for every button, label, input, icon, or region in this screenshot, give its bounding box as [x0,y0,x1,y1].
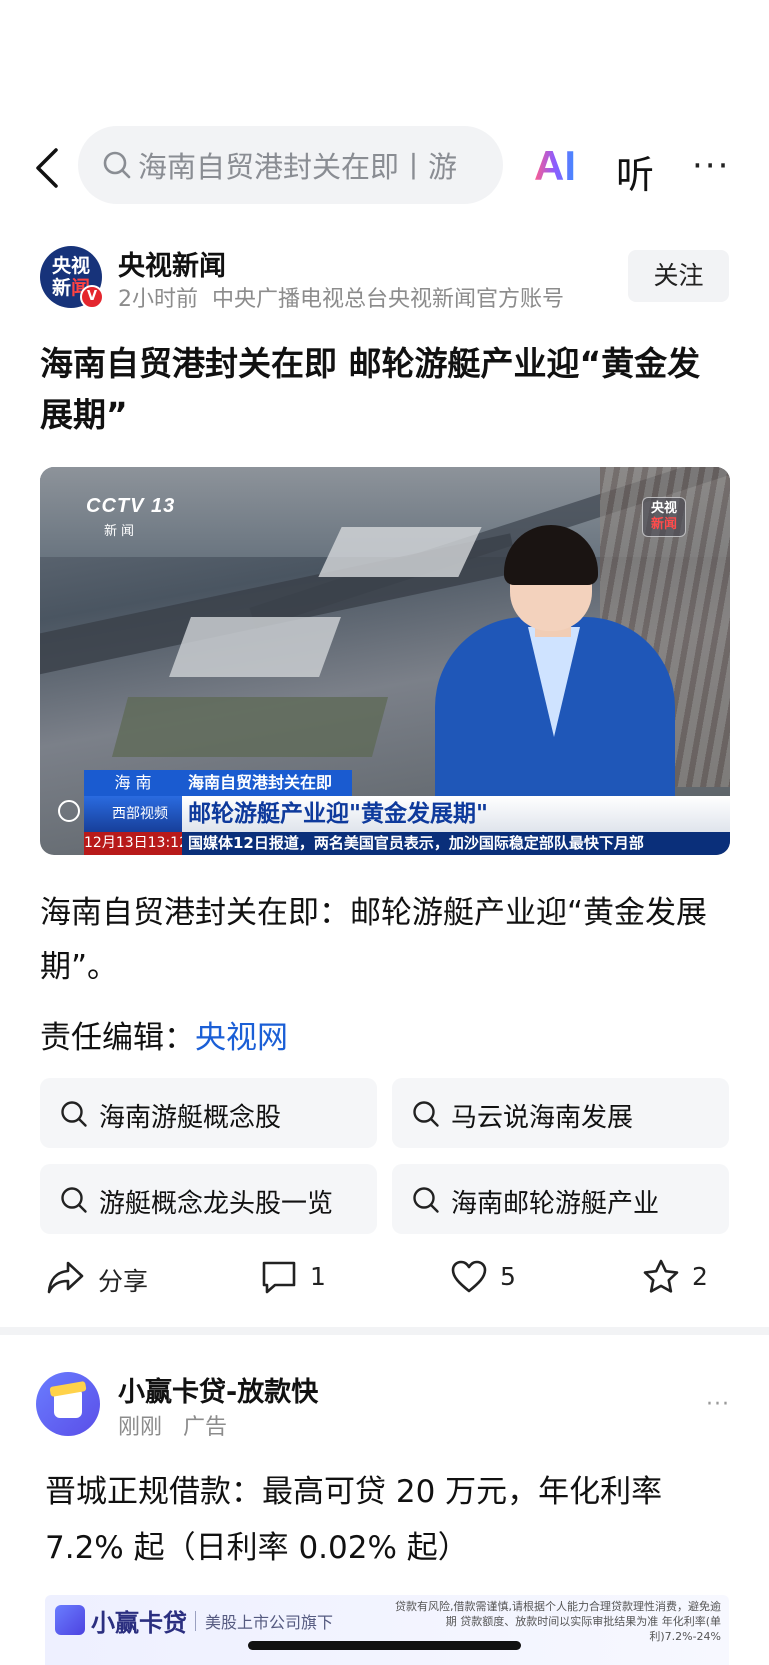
cctv13-logo-text: CCTV 13 [86,495,176,517]
ad-avatar[interactable] [36,1372,100,1436]
cctv-news-corner-logo: 央视 新闻 [642,497,686,537]
post-time: 2小时前 [118,287,198,312]
like-button[interactable]: 5 [450,1256,530,1300]
ad-banner-subtitle: 美股上市公司旗下 [205,1613,334,1632]
suggestion-label: 海南游艇概念股 [99,1103,282,1133]
video-scene-building [318,527,482,577]
follow-button[interactable]: 关注 [628,250,729,302]
caption-ticker: 国媒体12日报道，两名美国官员表示，加沙国际稳定部队最快下月部 [182,832,730,855]
cctv13-logo: CCTV 13 新闻 [86,495,175,539]
search-bar[interactable]: 海南自贸港封关在即丨游 [78,126,503,204]
corner-logo-line2: 新闻 [650,517,677,532]
search-icon [413,1101,439,1127]
ad-time: 刚刚 [118,1415,163,1440]
cctv13-logo-sub: 新闻 [104,523,139,538]
editor-link[interactable]: 央视网 [195,1020,288,1056]
search-icon [413,1187,439,1213]
share-label: 分享 [98,1267,149,1296]
video-scene-building [169,617,341,677]
corner-logo-line1: 央视 [650,501,677,516]
comment-count: 1 [310,1262,326,1291]
author-description: 中央广播电视总台央视新闻官方账号 [212,287,565,312]
verified-badge-icon: V [80,285,104,309]
search-icon [61,1101,87,1127]
share-button[interactable]: 分享 [46,1256,156,1300]
ad-more-icon[interactable]: ··· [706,1392,730,1417]
suggestion-chip[interactable]: 海南邮轮游艇产业 [392,1164,729,1234]
suggestion-label: 马云说海南发展 [451,1103,634,1133]
ai-button[interactable]: AI [534,142,576,190]
ad-banner-separator [195,1611,196,1631]
listen-button[interactable]: 听 [616,144,654,199]
comment-button[interactable]: 1 [260,1256,340,1300]
play-icon[interactable] [58,800,80,822]
search-icon [61,1187,87,1213]
ad-brand-icon [55,1605,85,1635]
ad-banner[interactable]: 小赢卡贷 美股上市公司旗下 贷款有风险,借款需谨慎,请根据个人能力合理贷款理性消… [45,1595,729,1665]
like-count: 5 [500,1262,516,1291]
ad-advertiser-name[interactable]: 小赢卡贷-放款快 [118,1370,318,1409]
heart-icon [451,1260,487,1293]
avatar-text-line2a: 新 [51,277,71,299]
suggestion-chip[interactable]: 海南游艇概念股 [40,1078,377,1148]
article-summary: 海南自贸港封关在即：邮轮游艇产业迎“黄金发展期”。 [40,895,708,985]
caption-location: 海 南 [84,770,182,796]
suggestion-chip[interactable]: 马云说海南发展 [392,1078,729,1148]
author-meta: 2小时前 中央广播电视总台央视新闻官方账号 [118,281,564,313]
ad-text[interactable]: 晋城正规借款：最高可贷 20 万元，年化利率 7.2% 起（日利率 0.02% … [45,1464,735,1576]
editor-label: 责任编辑： [40,1020,195,1056]
favorite-count: 2 [692,1262,708,1291]
caption-left: 西部视频 [84,796,182,832]
avatar-text-line1: 央视 [51,255,90,277]
article-headline: 海南自贸港封关在即 邮轮游艇产业迎“黄金发展期” [40,344,701,434]
more-options-icon[interactable]: ··· [692,146,730,186]
suggestion-chip[interactable]: 游艇概念龙头股一览 [40,1164,377,1234]
section-divider [0,1327,769,1335]
editor-line: 责任编辑：央视网 [40,1012,288,1057]
caption-top: 海南自贸港封关在即 [182,770,352,796]
search-query: 海南自贸港封关在即丨游 [138,150,458,184]
caption-date: 12月13日13:12 [84,832,188,855]
comment-icon [262,1261,296,1294]
ad-banner-disclaimer: 贷款有风险,借款需谨慎,请根据个人能力合理贷款理性消费，避免逾期 贷款额度、放款… [395,1600,721,1643]
video-scene-field [111,697,389,757]
star-icon [643,1259,679,1293]
video-player[interactable]: CCTV 13 新闻 央视 新闻 海 南 海南自贸港封关在即 西部视频 邮轮游艇… [40,467,730,855]
home-indicator[interactable] [248,1641,521,1650]
author-name[interactable]: 央视新闻 [118,244,226,283]
caption-main: 邮轮游艇产业迎"黄金发展期" [182,796,730,832]
ad-banner-brand: 小赢卡贷 [91,1609,187,1637]
top-bar: 海南自贸港封关在即丨游 AI 听 ··· [0,126,769,208]
suggestion-label: 海南邮轮游艇产业 [451,1189,660,1219]
ad-tag: 广告 [183,1415,228,1440]
search-icon [103,151,131,179]
suggestion-label: 游艇概念龙头股一览 [99,1189,334,1219]
back-icon[interactable] [30,146,66,190]
ad-meta: 刚刚 广告 [118,1409,227,1441]
share-icon [47,1261,84,1294]
favorite-button[interactable]: 2 [642,1256,722,1300]
